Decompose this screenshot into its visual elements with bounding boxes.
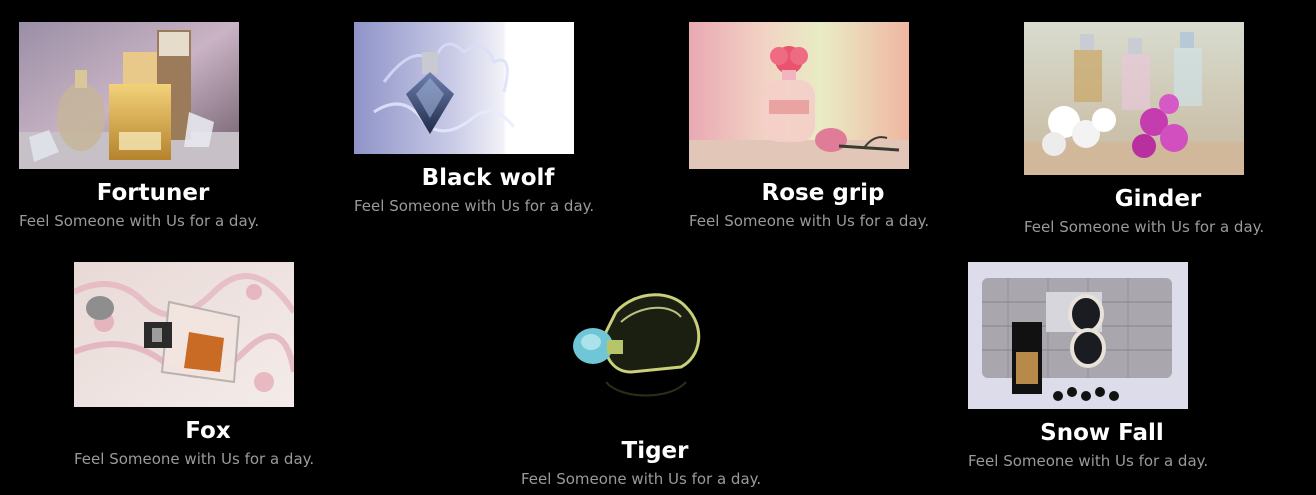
product-description: Feel Someone with Us for a day. (521, 470, 762, 488)
heart-bottle-icon[interactable] (521, 282, 741, 427)
product-card-black-wolf[interactable]: Black wolf Feel Someone with Us for a da… (354, 22, 654, 216)
product-title[interactable]: Black wolf (354, 165, 622, 192)
product-card-tiger[interactable]: Tiger Feel Someone with Us for a day. (521, 282, 821, 489)
product-description: Feel Someone with Us for a day. (689, 212, 930, 230)
flower-perfume-icon[interactable] (1024, 22, 1244, 175)
product-title[interactable]: Tiger (521, 438, 789, 465)
product-description: Feel Someone with Us for a day. (74, 450, 315, 468)
perfume-splash-icon[interactable] (354, 22, 574, 154)
perfume-on-fabric-icon[interactable] (74, 262, 294, 407)
product-title[interactable]: Ginder (1024, 186, 1292, 213)
product-description: Feel Someone with Us for a day. (354, 197, 595, 215)
product-title[interactable]: Snow Fall (968, 420, 1236, 447)
perfume-bottles-icon[interactable] (19, 22, 239, 169)
product-card-fortuner[interactable]: Fortuner Feel Someone with Us for a day. (19, 22, 319, 231)
clutch-bag-icon[interactable] (968, 262, 1188, 409)
product-card-snow-fall[interactable]: Snow Fall Feel Someone with Us for a day… (968, 262, 1268, 471)
product-title[interactable]: Fortuner (19, 180, 287, 207)
product-description: Feel Someone with Us for a day. (968, 452, 1209, 470)
product-card-ginder[interactable]: Ginder Feel Someone with Us for a day. (1024, 22, 1316, 237)
product-card-rose-grip[interactable]: Rose grip Feel Someone with Us for a day… (689, 22, 989, 231)
product-title[interactable]: Fox (74, 418, 342, 445)
product-card-fox[interactable]: Fox Feel Someone with Us for a day. (74, 262, 374, 469)
product-title[interactable]: Rose grip (689, 180, 957, 207)
product-description: Feel Someone with Us for a day. (19, 212, 260, 230)
product-description: Feel Someone with Us for a day. (1024, 218, 1265, 236)
rose-perfume-icon[interactable] (689, 22, 909, 169)
